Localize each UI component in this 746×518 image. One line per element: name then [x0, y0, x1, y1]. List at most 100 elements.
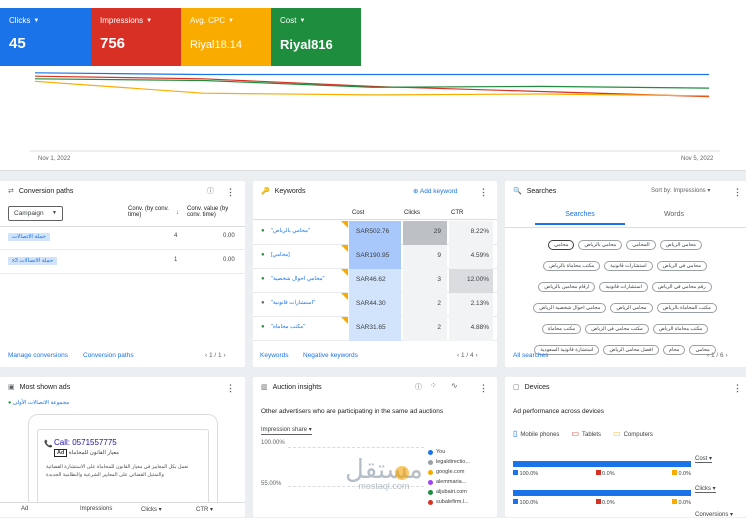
search-term-chip[interactable]: محام [662, 345, 686, 355]
line-chart-icon[interactable]: ∿ [451, 381, 458, 390]
dropdown-label: Campaign [14, 210, 44, 217]
impression-share-dropdown[interactable]: Impression share ▾ [261, 426, 312, 435]
caret-down-icon: ▼ [299, 17, 306, 24]
legend-item[interactable]: aljubairi.com [428, 489, 496, 495]
col-label: Conv. (by conv. time) [128, 206, 169, 218]
legend-item[interactable]: You [428, 449, 496, 455]
keywords-link[interactable]: Keywords [260, 352, 289, 359]
prev-icon[interactable]: ‹ [205, 352, 207, 359]
search-term-chip[interactable]: ارقام محامين بالرياض [538, 282, 596, 292]
device-icon: ▭ [613, 429, 621, 438]
metric-avg-cpc[interactable]: Avg. CPC ▼ Riyal18.14 [181, 8, 271, 66]
keyword-text[interactable]: "مكتب محاماة" [271, 324, 305, 330]
col-cost-header[interactable]: Cost [352, 210, 364, 216]
prev-icon[interactable]: ‹ [707, 352, 709, 359]
next-icon[interactable]: › [223, 352, 225, 359]
tab-words[interactable]: Words [629, 211, 719, 223]
metric-cost[interactable]: Cost ▼ Riyal816 [271, 8, 361, 66]
keyword-text[interactable]: "محامي احوال شخصية" [271, 276, 325, 282]
search-icon: 🔍 [513, 188, 522, 195]
search-term-chip[interactable]: محامي الرياض [610, 303, 653, 313]
conversion-paths-link[interactable]: Conversion paths [83, 352, 134, 359]
add-keyword-button[interactable]: ⊕ Add keyword [413, 187, 457, 195]
search-term-chip[interactable]: مكتب محاماة [541, 324, 582, 334]
col-impressions[interactable]: Impressions [80, 506, 112, 512]
table-row[interactable]: ● "محامي احوال شخصية" SAR46.62 3 12.00% [253, 269, 497, 293]
col-ctr[interactable]: CTR ▾ [196, 506, 213, 513]
search-term-chip[interactable]: استشارات قانونية [599, 282, 648, 292]
col-ctr-header[interactable]: CTR [451, 210, 463, 216]
search-term-chip[interactable]: افضل محامي الرياض [603, 345, 659, 355]
cost-dropdown[interactable]: Cost ▾ [695, 455, 713, 463]
series-line-2 [34, 78, 710, 89]
more-icon[interactable]: ⋮ [226, 187, 235, 198]
col-value-header[interactable]: Conv. value (by conv. time) [187, 206, 237, 218]
legend-item[interactable]: google.com [428, 469, 496, 475]
devices-icon: ▢ [513, 384, 520, 391]
table-row[interactable]: ● [محامي] SAR190.95 9 4.59% [253, 245, 497, 269]
flag-icon [341, 293, 348, 300]
metric-impressions[interactable]: Impressions ▼ 756 [91, 8, 181, 66]
legend-item[interactable]: alemmaria... [428, 479, 496, 485]
help-icon[interactable]: ⓘ [415, 382, 422, 392]
table-row[interactable]: ● "مكتب محاماة" SAR31.65 2 4.88% [253, 317, 497, 341]
more-icon[interactable]: ⋮ [479, 187, 488, 198]
table-row[interactable]: ● "محامي بالرياض" SAR502.76 29 8.22% [253, 221, 497, 245]
status-dot-icon: ● [8, 400, 12, 406]
tab-searches[interactable]: Searches [535, 211, 625, 225]
devices-subtitle: Ad performance across devices [513, 408, 605, 415]
negative-keywords-link[interactable]: Negative keywords [303, 352, 358, 359]
more-icon[interactable]: ⋮ [733, 383, 742, 394]
keyword-text[interactable]: "محامي بالرياض" [271, 228, 310, 234]
search-term-chip[interactable]: المحامي [626, 240, 656, 250]
bubble-chart-icon[interactable]: ⁘ [430, 381, 437, 390]
more-icon[interactable]: ⋮ [479, 383, 488, 394]
legend-item[interactable]: legaldirectio... [428, 459, 496, 465]
campaign-dropdown[interactable]: Campaign ▼ [8, 206, 63, 221]
help-icon[interactable]: ⓘ [207, 186, 214, 196]
prev-icon[interactable]: ‹ [457, 352, 459, 359]
manage-conversions-link[interactable]: Manage conversions [8, 352, 68, 359]
advertiser-name: معيار القانون للمحاماة [68, 450, 120, 456]
clicks-value: 29 [433, 228, 441, 235]
cost-value: SAR31.65 [356, 324, 386, 331]
next-icon[interactable]: › [725, 352, 727, 359]
more-icon[interactable]: ⋮ [733, 187, 742, 198]
search-term-chip[interactable]: محامي في الرياض [656, 261, 707, 271]
search-term-chip[interactable]: محامي احوال شخصية الرياض [533, 303, 607, 313]
sort-dropdown[interactable]: Sort by: Impressions ▾ [651, 187, 710, 194]
device-legend-item[interactable]: ▯ Mobile phones [513, 429, 559, 438]
metric-label: Cost [280, 16, 297, 25]
legend-label: Tablets [582, 432, 602, 438]
col-clicks-header[interactable]: Clicks [404, 210, 420, 216]
value-tablet: 0.0% [602, 500, 615, 506]
metric-clicks[interactable]: Clicks ▼ 45 [0, 8, 91, 66]
clicks-values: 100.0% 0.0% 0.0% [513, 499, 691, 506]
search-term-chip[interactable]: مكتب محاماة الرياض [652, 324, 709, 334]
search-term-chip[interactable]: مكتب محاماة بالرياض [543, 261, 601, 271]
col-ad[interactable]: Ad [21, 506, 28, 512]
search-term-chip[interactable]: استشارات قانونية [604, 261, 653, 271]
all-searches-link[interactable]: All searches [513, 352, 548, 359]
clicks-dropdown[interactable]: Clicks ▾ [695, 485, 716, 493]
pager-label: 1 / 6 [710, 352, 724, 359]
next-icon[interactable]: › [475, 352, 477, 359]
table-row[interactable]: ● "استشارات قانونية" SAR44.30 2 2.13% [253, 293, 497, 317]
keyword-text[interactable]: "استشارات قانونية" [271, 300, 315, 306]
pager: ‹ 1 / 1 › [205, 352, 226, 359]
device-legend-item[interactable]: ▭ Tablets [571, 429, 601, 438]
device-legend-item[interactable]: ▭ Computers [613, 429, 653, 438]
col-clicks[interactable]: Clicks ▾ [141, 506, 162, 513]
search-term-chip[interactable]: محامي بالرياض [578, 240, 623, 250]
ad-call-text: Call: 0571557775 [54, 438, 117, 447]
more-icon[interactable]: ⋮ [226, 383, 235, 394]
search-term-chip[interactable]: محامي الرياض [659, 240, 702, 250]
col-conv-header[interactable]: Conv. (by conv. time) [128, 206, 174, 218]
legend-label: alemmaria... [436, 479, 467, 485]
keyword-text[interactable]: [محامي] [271, 252, 290, 258]
search-term-chip[interactable]: رقم محامي في الرياض [651, 282, 712, 292]
search-term-chip[interactable]: محامي [548, 240, 575, 250]
search-term-chip[interactable]: مكتب محامي في الرياض [585, 324, 649, 334]
legend-item[interactable]: subalefirm.l... [428, 499, 496, 505]
search-term-chip[interactable]: مكتب المحاماة بالرياض [656, 303, 717, 313]
